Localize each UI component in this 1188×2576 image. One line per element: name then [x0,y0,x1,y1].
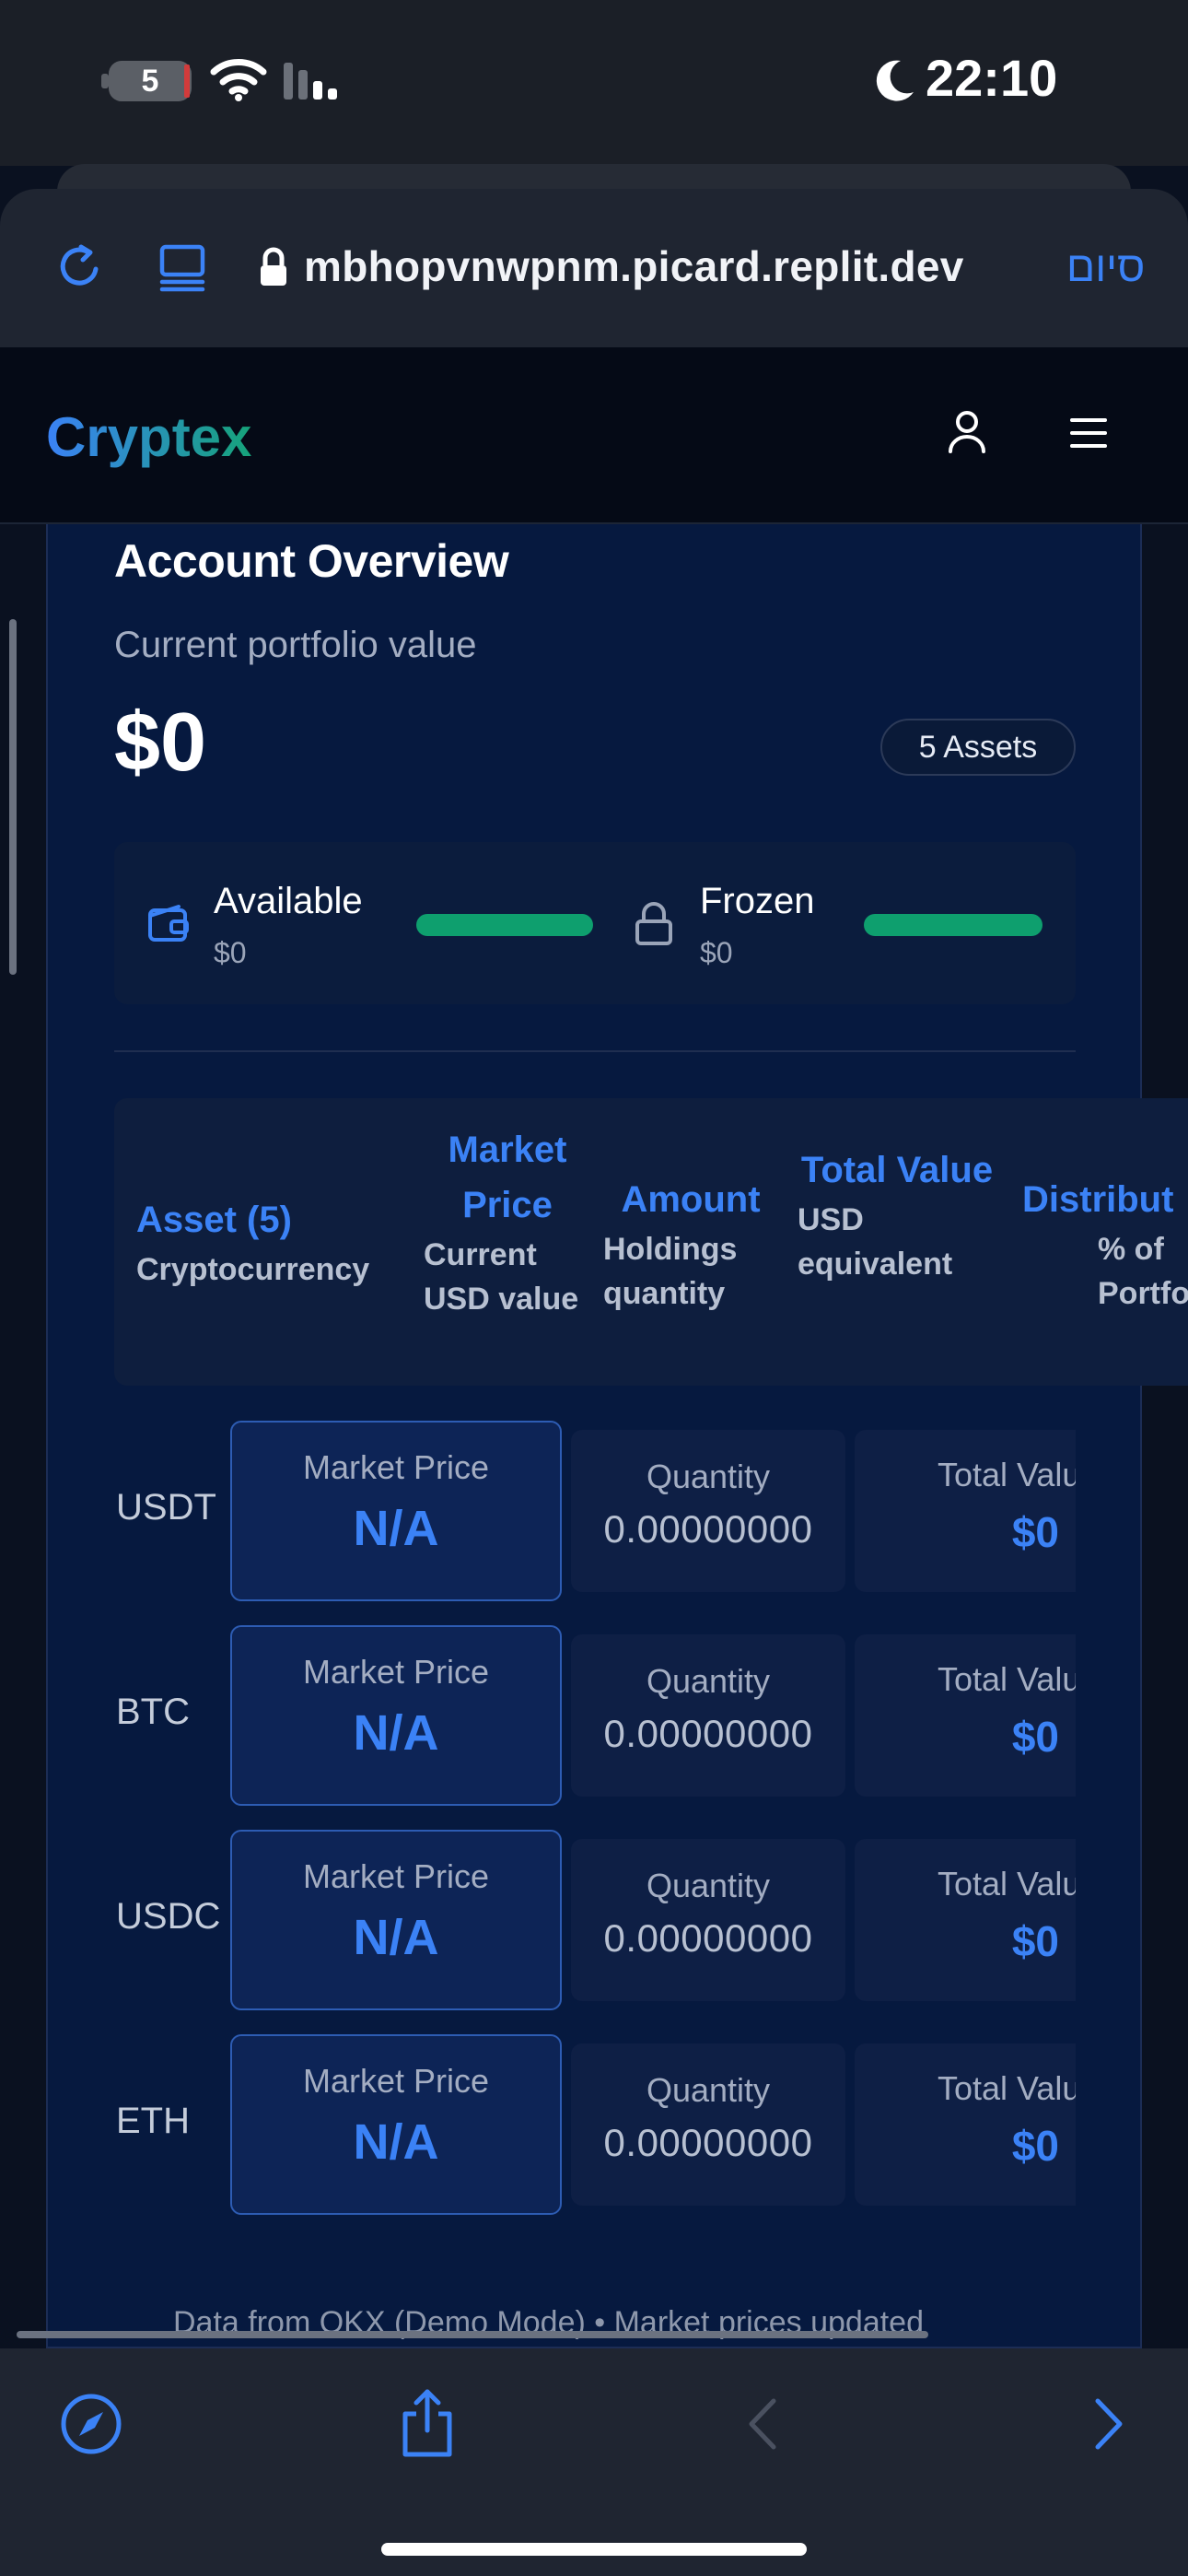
available-label: Available [214,881,363,921]
market-price-cell: Market Price N/A [230,2034,562,2215]
quantity-cell: Quantity 0.00000000 [571,1430,845,1592]
header-total-sub: USD equivalent [798,1202,953,1282]
assets-badge: 5 Assets [880,719,1076,776]
header-total-value[interactable]: Total Value USD equivalent [798,1142,996,1286]
share-icon[interactable] [398,2386,457,2460]
header-market-price[interactable]: Market Price Current USD value [424,1122,591,1321]
vertical-scrollbar[interactable] [9,619,17,975]
battery-icon: 5 [109,61,192,101]
url-field[interactable]: mbhopvnwpnm.picard.replit.dev [304,241,964,291]
market-price-value: N/A [353,1501,439,1556]
header-price-title: Market Price [448,1130,567,1225]
total-value-label: Total Valu [938,1456,1076,1493]
total-value-label: Total Valu [938,1660,1076,1698]
market-price-cell: Market Price N/A [230,1830,562,2010]
market-price-value: N/A [353,2114,439,2170]
table-row[interactable]: BTC Market Price N/A Quantity 0.00000000… [114,1625,1076,1806]
quantity-value: 0.00000000 [603,2121,813,2164]
status-time: 22:10 [926,49,1058,107]
header-distribution-title: Distribut [1022,1179,1174,1220]
total-value-amount: $0 [1011,1713,1059,1761]
header-asset[interactable]: Asset (5) Cryptocurrency [136,1192,413,1292]
asset-symbol: USDC [116,1896,221,1937]
asset-symbol: ETH [116,2101,190,2141]
header-amount[interactable]: Amount Holdings quantity [603,1172,778,1316]
total-value-amount: $0 [1011,2122,1059,2170]
menu-icon[interactable] [1068,416,1109,450]
header-amount-sub: Holdings quantity [603,1232,738,1311]
quantity-label: Quantity [646,1867,771,1904]
market-price-cell: Market Price N/A [230,1625,562,1806]
quantity-cell: Quantity 0.00000000 [571,1839,845,2001]
moon-icon [876,60,914,101]
page-title: Account Overview [114,535,509,587]
asset-symbol: BTC [116,1692,190,1732]
total-value-label: Total Valu [938,2069,1076,2107]
quantity-cell: Quantity 0.00000000 [571,1634,845,1797]
compass-icon[interactable] [59,2392,123,2456]
quantity-value: 0.00000000 [603,1507,813,1551]
done-button[interactable]: סיום [1066,241,1145,291]
market-price-label: Market Price [302,1653,490,1691]
header-total-title: Total Value [800,1150,994,1190]
quantity-value: 0.00000000 [603,1712,813,1755]
horizontal-scrollbar[interactable] [17,2331,928,2338]
market-price-label: Market Price [302,1448,490,1486]
header-amount-title: Amount [621,1179,761,1220]
total-value-amount: $0 [1011,1508,1059,1556]
reload-icon[interactable] [53,241,105,293]
wallet-icon [148,905,189,942]
quantity-label: Quantity [646,2071,771,2109]
table-row[interactable]: ETH Market Price N/A Quantity 0.00000000… [114,2034,1076,2215]
header-asset-title: Asset (5) [136,1200,292,1240]
quantity-label: Quantity [646,1662,771,1700]
table-row[interactable]: USDT Market Price N/A Quantity 0.0000000… [114,1421,1076,1601]
asset-symbol: USDT [116,1487,216,1528]
total-value-cell: Total Valu $0 [855,2043,1076,2206]
total-value-cell: Total Valu $0 [855,1839,1076,2001]
market-price-cell: Market Price N/A [230,1421,562,1601]
market-price-label: Market Price [302,1857,490,1895]
available-progress-bar [416,914,593,936]
header-price-sub: Current USD value [424,1237,579,1317]
battery-cap [101,74,109,88]
signal-icon [284,63,337,100]
header-asset-sub: Cryptocurrency [136,1252,370,1287]
wifi-icon [210,59,267,101]
total-value-cell: Total Valu $0 [855,1430,1076,1592]
quantity-cell: Quantity 0.00000000 [571,2043,845,2206]
portfolio-subtitle: Current portfolio value [114,625,477,665]
portfolio-value: $0 [114,697,207,789]
forward-icon[interactable] [1090,2395,1127,2453]
browser-bottom-toolbar [0,2348,1188,2576]
divider [114,1050,1076,1052]
battery-level: 5 [141,64,159,99]
lock-icon [261,247,286,286]
battery-low-indicator [184,64,190,98]
total-value-label: Total Valu [938,1865,1076,1903]
frozen-value: $0 [700,936,733,969]
market-price-label: Market Price [302,2062,490,2100]
total-value-amount: $0 [1011,1917,1059,1965]
lock-icon [635,902,672,945]
frozen-label: Frozen [700,881,815,921]
home-indicator[interactable] [381,2543,807,2556]
header-distribution[interactable]: Distribut % of Portfoli [1022,1172,1188,1316]
quantity-label: Quantity [646,1458,771,1495]
reader-icon[interactable] [157,241,208,293]
frozen-progress-bar [864,914,1042,936]
back-icon[interactable] [744,2395,781,2453]
quantity-value: 0.00000000 [603,1916,813,1960]
total-value-cell: Total Valu $0 [855,1634,1076,1797]
market-price-value: N/A [353,1705,439,1761]
user-icon[interactable] [945,409,989,455]
available-value: $0 [214,936,247,969]
market-price-value: N/A [353,1910,439,1965]
app-logo[interactable]: Cryptex [46,405,251,469]
header-distribution-sub: % of Portfoli [1098,1232,1188,1311]
table-row[interactable]: USDC Market Price N/A Quantity 0.0000000… [114,1830,1076,2010]
